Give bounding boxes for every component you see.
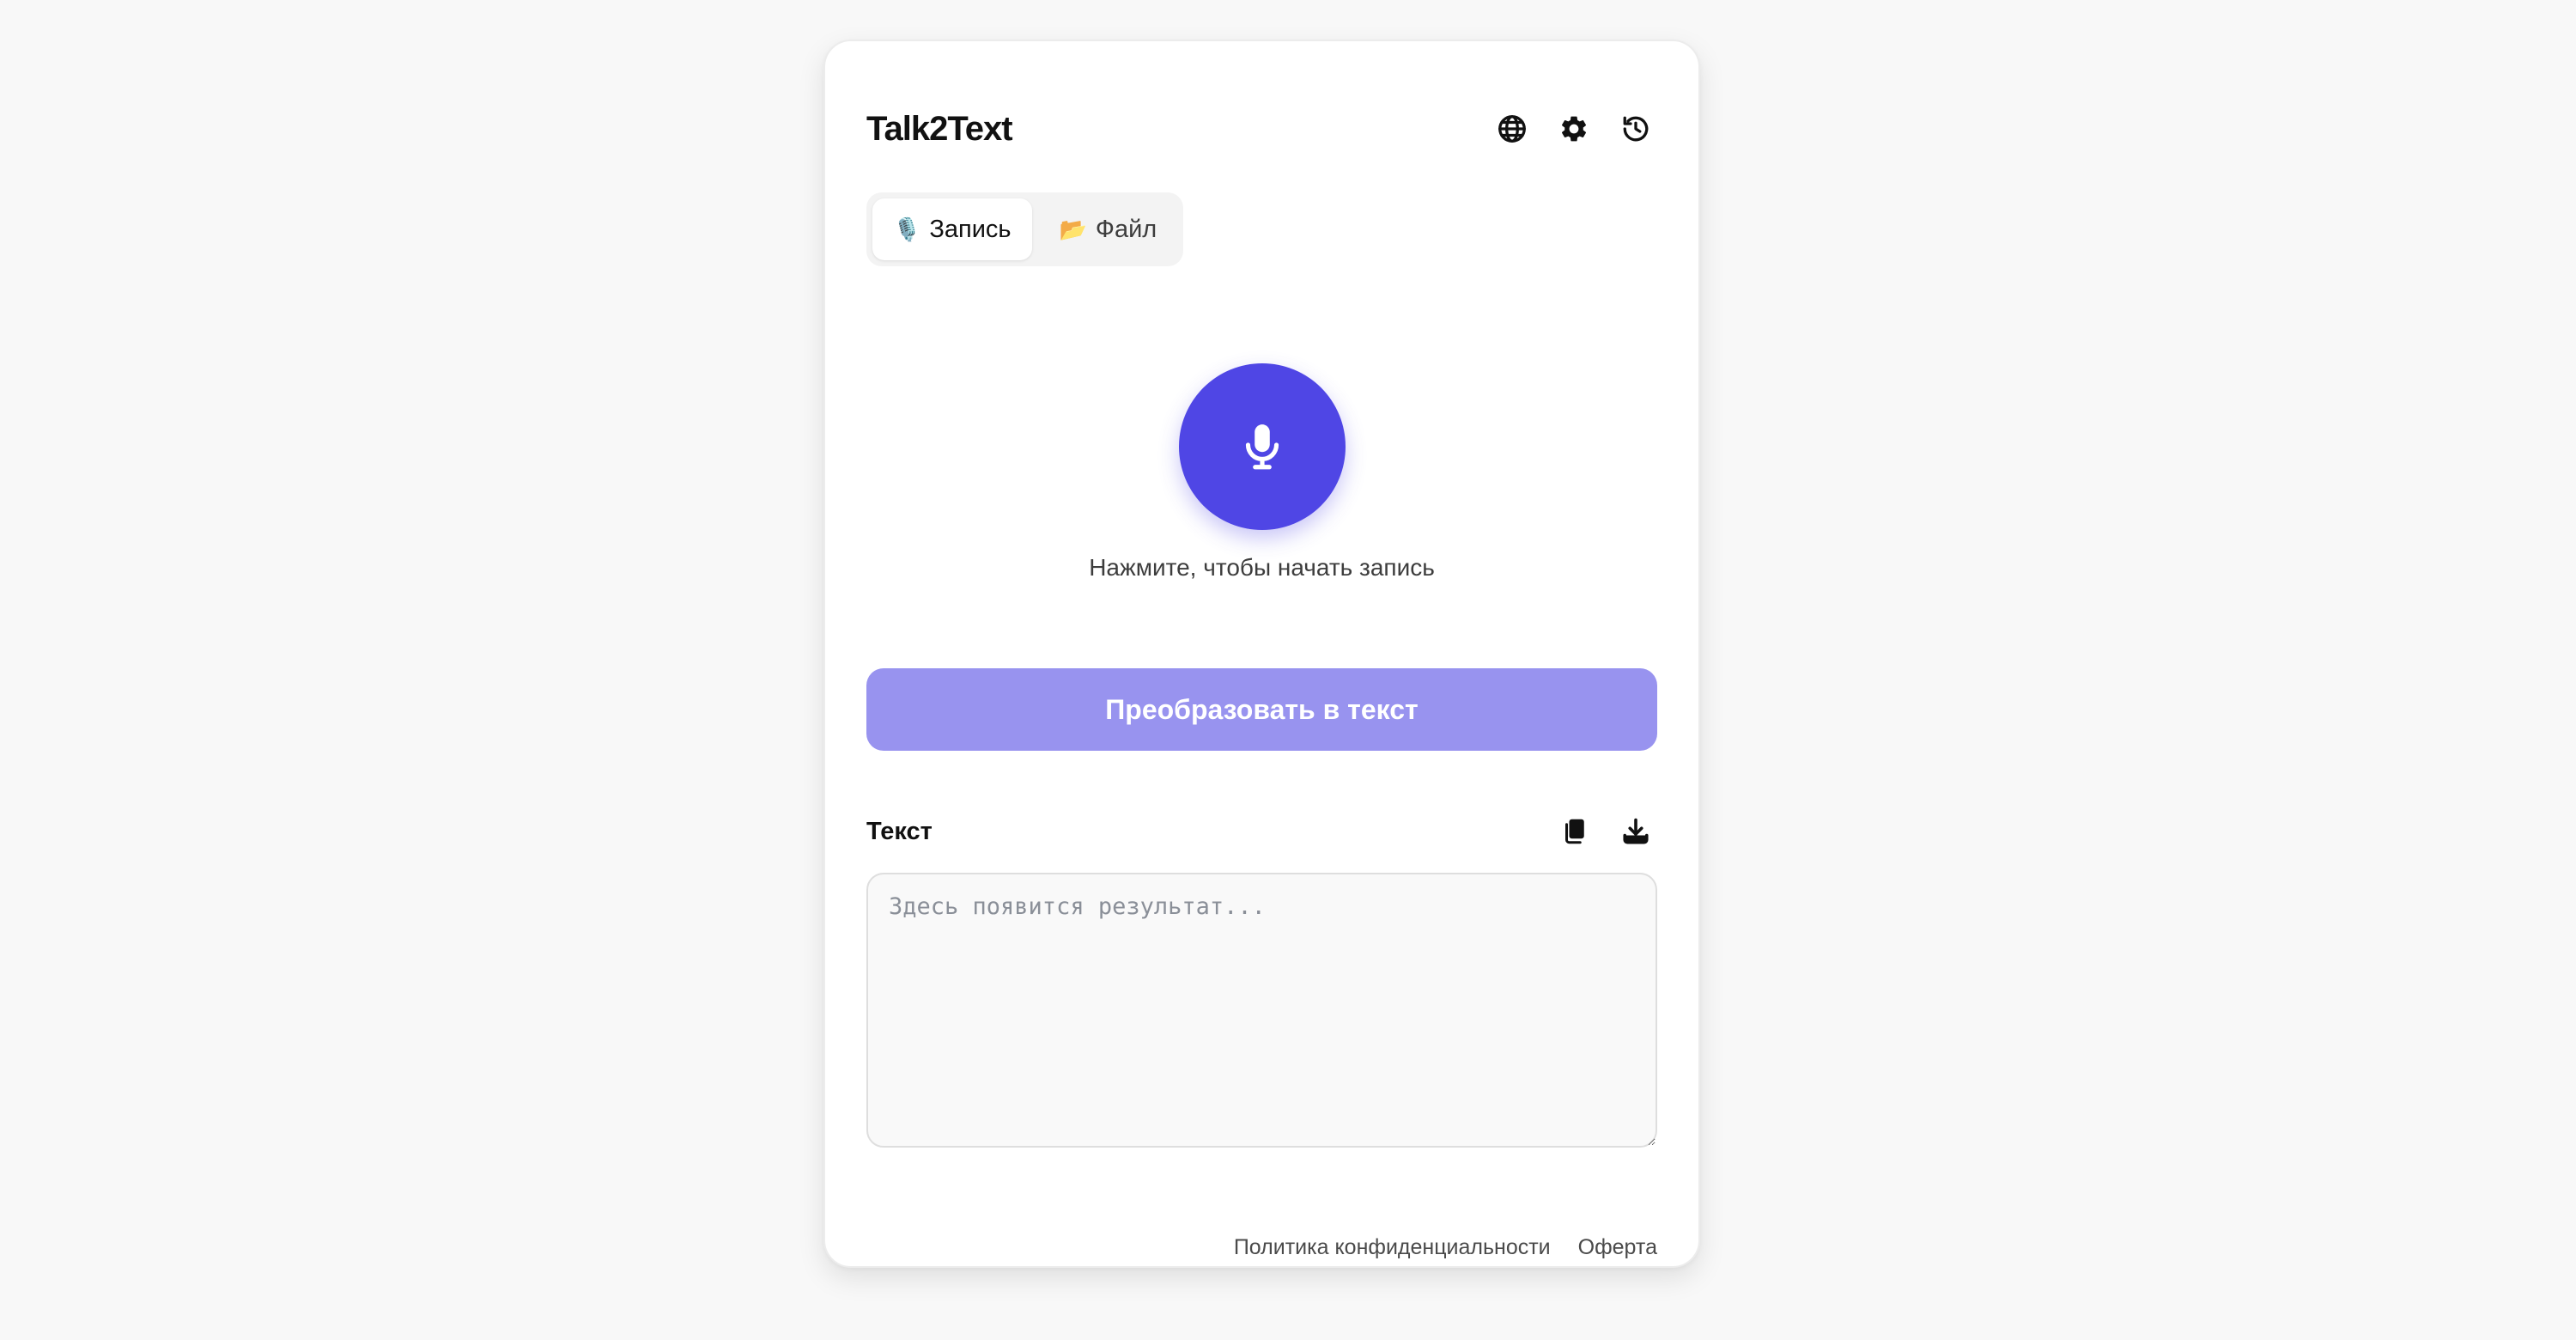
tab-record[interactable]: 🎙️ Запись: [872, 198, 1032, 260]
footer: Политика конфиденциальности Оферта: [1234, 1235, 1657, 1260]
history-button[interactable]: [1614, 107, 1657, 150]
copy-button[interactable]: [1554, 810, 1597, 853]
privacy-policy-link[interactable]: Политика конфиденциальности: [1234, 1235, 1551, 1260]
mode-tabs: 🎙️ Запись 📂 Файл: [866, 192, 1184, 266]
result-header: Текст: [866, 806, 1657, 857]
tab-file-label: Файл: [1095, 215, 1157, 243]
result-textarea[interactable]: [866, 873, 1657, 1148]
folder-icon: 📂: [1059, 216, 1087, 242]
record-button[interactable]: [1178, 363, 1346, 530]
app-header: Talk2Text: [866, 94, 1657, 163]
record-area: Нажмите, чтобы начать запись: [825, 363, 1698, 582]
language-button[interactable]: [1491, 107, 1534, 150]
header-actions: [1491, 107, 1657, 150]
microphone-studio-icon: 🎙️: [893, 216, 921, 242]
history-icon: [1623, 116, 1649, 142]
convert-button[interactable]: Преобразовать в текст: [866, 668, 1657, 751]
offer-link[interactable]: Оферта: [1578, 1235, 1657, 1260]
microphone-icon: [1245, 424, 1279, 470]
tab-record-label: Запись: [929, 215, 1012, 243]
tab-file[interactable]: 📂 Файл: [1039, 198, 1178, 260]
download-button[interactable]: [1614, 810, 1657, 853]
record-hint: Нажмите, чтобы начать запись: [1089, 554, 1435, 581]
app-title: Talk2Text: [866, 109, 1013, 148]
result-actions: [1554, 810, 1657, 853]
globe-icon: [1498, 115, 1526, 143]
app-card: Talk2Text 🎙️ Запись 📂 Файл Нажмите, чтоб…: [823, 40, 1700, 1268]
download-icon: [1623, 818, 1649, 844]
gear-icon: [1561, 116, 1587, 142]
copy-icon: [1565, 819, 1584, 844]
result-label: Текст: [866, 817, 933, 845]
settings-button[interactable]: [1552, 107, 1595, 150]
